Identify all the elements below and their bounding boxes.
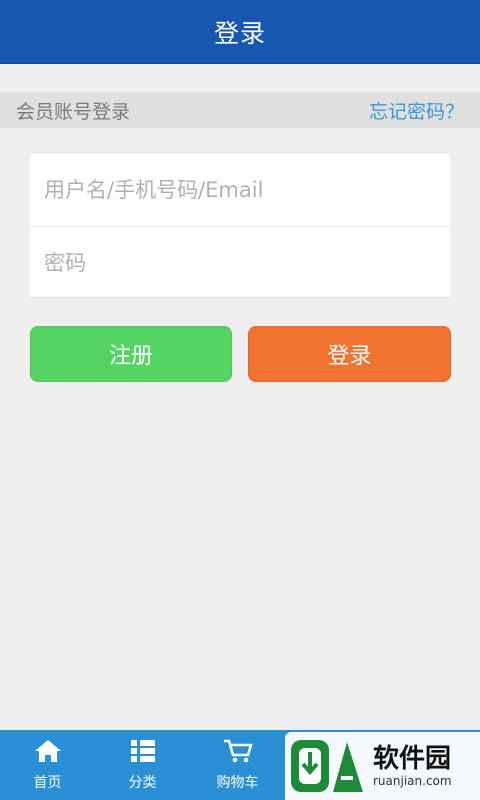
section-title: 会员账号登录: [16, 100, 131, 123]
app-header: 登录: [0, 0, 480, 64]
page-title: 登录: [213, 18, 266, 48]
tab-category[interactable]: 分类: [95, 730, 190, 800]
cart-icon: [222, 738, 254, 768]
password-input[interactable]: [44, 250, 450, 275]
register-button[interactable]: 注册: [30, 326, 232, 382]
tab-home-label: 首页: [33, 775, 62, 791]
tab-cart[interactable]: 购物车: [190, 730, 285, 800]
tab-cart-label: 购物车: [216, 775, 259, 791]
password-row: [30, 226, 450, 298]
login-button[interactable]: 登录: [248, 326, 451, 382]
forgot-password-link[interactable]: 忘记密码？: [369, 97, 464, 124]
username-row: [30, 154, 450, 226]
list-icon: [129, 738, 157, 768]
home-icon: [33, 738, 63, 768]
watermark-url: ruanjian.com: [373, 774, 452, 788]
username-input[interactable]: [44, 178, 450, 202]
login-form: [30, 154, 450, 298]
watermark-logo: 软件园 ruanjian.com: [285, 732, 480, 800]
login-screen: 登录 会员账号登录 忘记密码？ 注册 登录 首页: [0, 0, 480, 800]
tab-home[interactable]: 首页: [0, 730, 95, 800]
watermark-text: 软件园: [373, 744, 452, 774]
logo-mark-icon: [291, 740, 363, 792]
section-bar: 会员账号登录 忘记密码？: [0, 92, 480, 128]
tab-category-label: 分类: [128, 775, 157, 791]
